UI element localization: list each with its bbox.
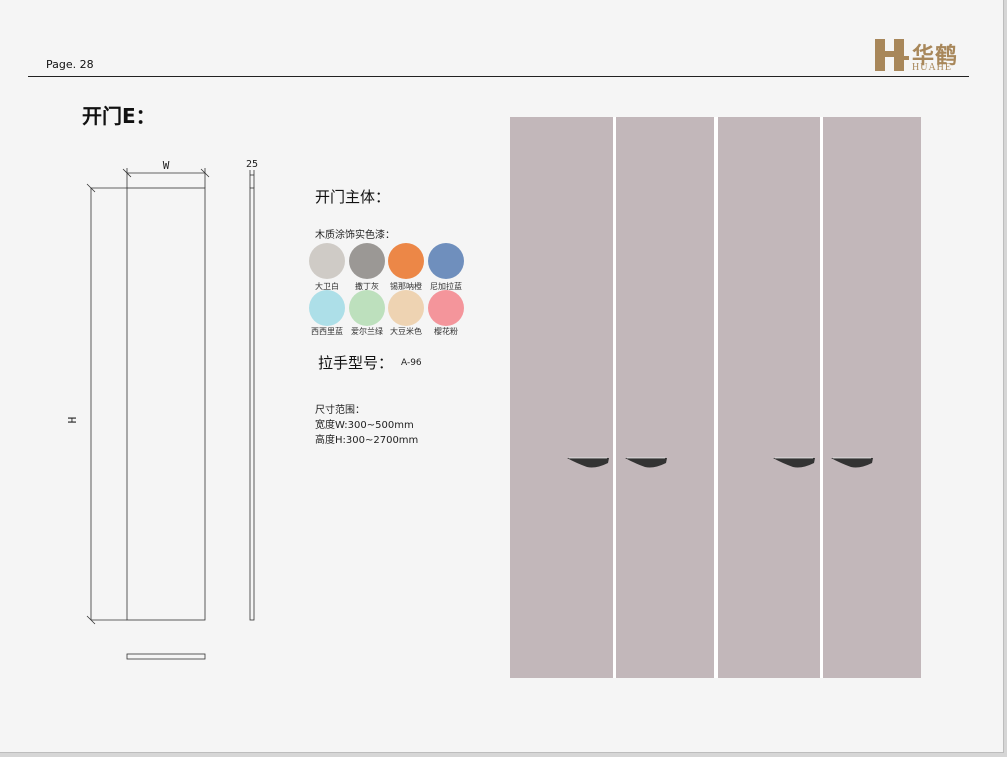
color-swatch (388, 243, 424, 279)
catalog-page: Page. 28 华鹤 HUAHE 开门E： W H 25 开门主体： 木质涂饰… (0, 0, 1004, 753)
thickness-dimension-label: 25 (246, 159, 258, 170)
height-dimension-label: H (66, 417, 79, 424)
handle-model-label: 拉手型号： (318, 354, 394, 372)
door-front-outline (126, 187, 206, 621)
color-swatch (428, 290, 464, 326)
color-swatch (428, 243, 464, 279)
door-gap (613, 117, 616, 678)
color-swatch (309, 290, 345, 326)
page-title: 开门E： (82, 104, 156, 128)
logo-h-mark-icon (875, 39, 909, 71)
door-gap (820, 117, 823, 678)
door-side-outline (249, 187, 255, 621)
door-top-outline (126, 653, 206, 660)
door-technical-drawing: W H 25 (66, 159, 258, 660)
finish-label: 木质涂饰实色漆： (315, 230, 395, 241)
logo-english-name: HUAHE (912, 62, 952, 73)
handle-model-value: A-96 (401, 358, 422, 368)
header-divider (28, 76, 969, 77)
color-swatch (349, 243, 385, 279)
page-number: Page. 28 (46, 58, 94, 71)
width-dimension-label: W (163, 159, 170, 172)
size-range-label: 尺寸范围： (315, 405, 365, 416)
main-body-title: 开门主体： (315, 188, 391, 206)
color-swatch (309, 243, 345, 279)
door-gap (714, 117, 718, 678)
color-name: 尼加拉蓝 (430, 282, 462, 291)
door-product-photo (510, 117, 921, 678)
brand-logo: 华鹤 HUAHE (874, 38, 974, 74)
size-range-width: 宽度W:300~500mm (315, 420, 414, 431)
color-name: 樱花粉 (434, 327, 458, 336)
size-range-height: 高度H:300~2700mm (315, 435, 419, 446)
color-swatch (388, 290, 424, 326)
color-swatch (349, 290, 385, 326)
size-range: 尺寸范围： 宽度W:300~500mm 高度H:300~2700mm (315, 403, 418, 448)
